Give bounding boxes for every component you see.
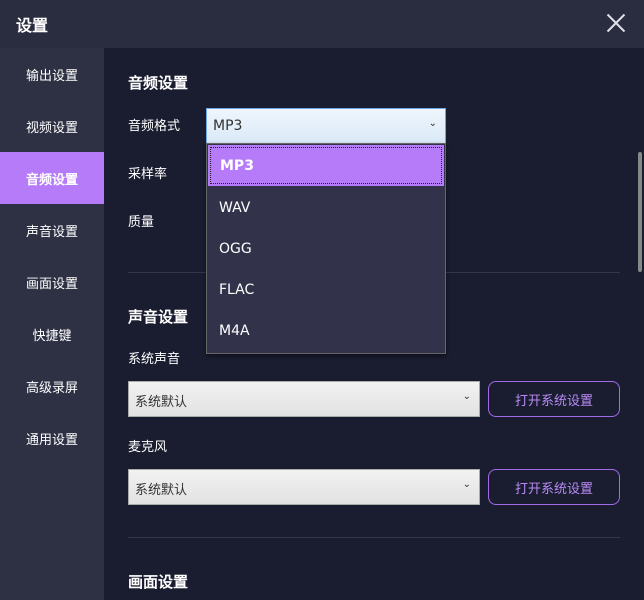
audio-format-select[interactable]: MP3 ⌄ <box>206 108 446 144</box>
format-label: 音频格式 <box>128 119 181 134</box>
title-bar: 设置 <box>0 0 644 48</box>
chevron-down-icon: ⌄ <box>462 391 471 402</box>
close-icon[interactable] <box>606 13 626 33</box>
option-m4a[interactable]: M4A <box>207 310 445 351</box>
sidebar-item-audio[interactable]: 音频设置 <box>0 152 104 204</box>
screen-section-title: 画面设置 <box>128 573 189 591</box>
audio-format-dropdown: MP3 WAV OGG FLAC M4A <box>206 143 446 354</box>
mic-select[interactable]: 系统默认 ⌄ <box>128 469 480 505</box>
window-title: 设置 <box>16 16 49 35</box>
sample-rate-label: 采样率 <box>128 167 168 182</box>
chevron-down-icon: ⌄ <box>428 118 437 129</box>
system-sound-value: 系统默认 <box>135 395 188 410</box>
option-mp3[interactable]: MP3 <box>208 145 444 186</box>
system-sound-label: 系统声音 <box>128 352 181 367</box>
sidebar-item-hotkeys[interactable]: 快捷键 <box>0 308 104 360</box>
option-wav[interactable]: WAV <box>207 187 445 228</box>
sidebar: 输出设置 视频设置 音频设置 声音设置 画面设置 快捷键 高级录屏 通用设置 <box>0 48 104 600</box>
quality-label: 质量 <box>128 215 155 230</box>
sidebar-item-sound[interactable]: 声音设置 <box>0 204 104 256</box>
chevron-down-icon: ⌄ <box>462 479 471 490</box>
system-sound-select[interactable]: 系统默认 ⌄ <box>128 381 480 417</box>
open-system-settings-button[interactable]: 打开系统设置 <box>488 381 620 417</box>
option-ogg[interactable]: OGG <box>207 228 445 269</box>
sidebar-item-general[interactable]: 通用设置 <box>0 412 104 464</box>
mic-value: 系统默认 <box>135 483 188 498</box>
scrollbar[interactable] <box>638 152 642 272</box>
sidebar-item-video[interactable]: 视频设置 <box>0 100 104 152</box>
sound-section-title: 声音设置 <box>128 308 189 326</box>
sidebar-item-advanced[interactable]: 高级录屏 <box>0 360 104 412</box>
mic-label: 麦克风 <box>128 440 168 455</box>
sidebar-item-screen[interactable]: 画面设置 <box>0 256 104 308</box>
audio-section-title: 音频设置 <box>128 74 189 92</box>
option-flac[interactable]: FLAC <box>207 269 445 310</box>
open-system-settings-button-mic[interactable]: 打开系统设置 <box>488 469 620 505</box>
settings-content: 音频设置 音频格式 采样率 质量 声音设置 系统声音 系统默认 ⌄ 打开系统设置 … <box>104 48 644 600</box>
divider <box>128 537 620 538</box>
audio-format-value: MP3 <box>213 118 243 134</box>
sidebar-item-output[interactable]: 输出设置 <box>0 48 104 100</box>
